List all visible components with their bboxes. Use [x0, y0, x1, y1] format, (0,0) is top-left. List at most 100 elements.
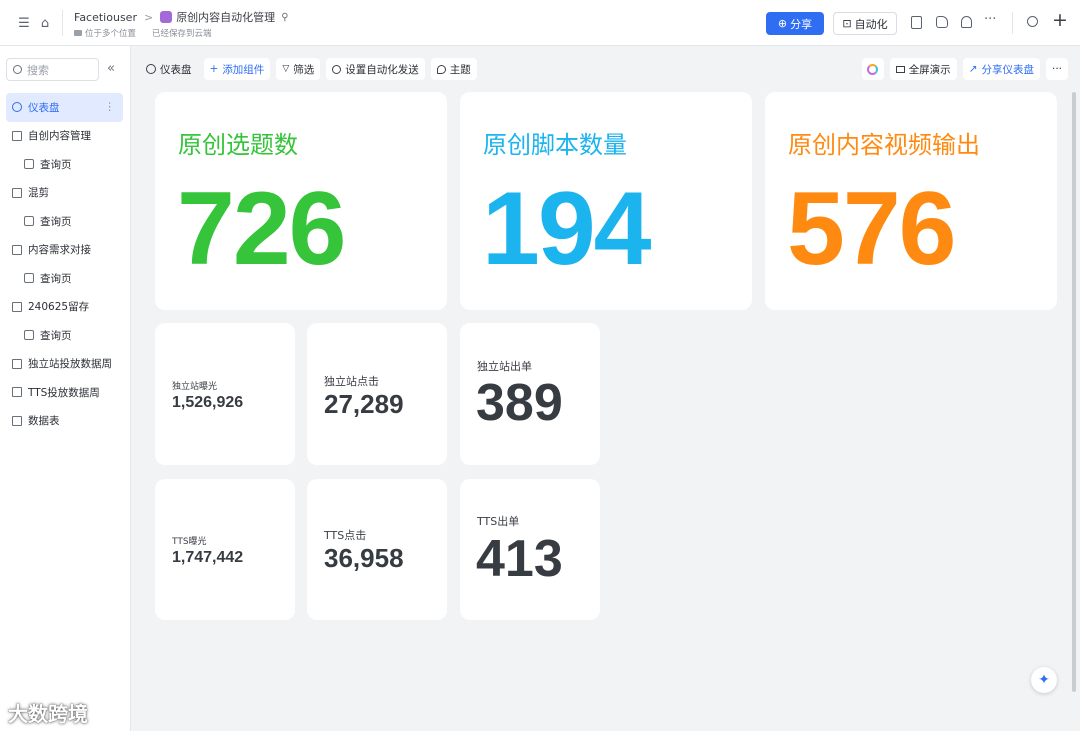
- fullscreen-button[interactable]: 全屏演示: [889, 58, 957, 80]
- more-icon[interactable]: ···: [1046, 58, 1068, 80]
- sidebar-item-data-table[interactable]: 数据表: [0, 407, 131, 436]
- metric-title: TTS曝光: [172, 537, 207, 547]
- clock-icon: [332, 64, 342, 74]
- metric-title: 独立站出单: [477, 360, 532, 373]
- metric-card-scripts[interactable]: 原创脚本数量 194: [460, 92, 752, 310]
- sidebar-item-retention[interactable]: 240625留存: [0, 293, 131, 322]
- share-icon: ↗: [968, 63, 978, 75]
- add-widget-button[interactable]: + 添加组件: [203, 58, 271, 80]
- theme-button[interactable]: 主题: [430, 58, 477, 80]
- sidebar-item-label: 数据表: [28, 415, 60, 428]
- sidebar-item-label: 查询页: [40, 272, 72, 285]
- sidebar-item-label: 独立站投放数据周: [28, 358, 112, 371]
- metric-card-tts-orders[interactable]: TTS出单 413: [460, 479, 600, 620]
- sidebar-item-content-management[interactable]: 自创内容管理: [0, 122, 131, 151]
- divider: [1012, 12, 1013, 34]
- search-placeholder: 搜索: [27, 63, 49, 77]
- add-icon[interactable]: +: [1052, 9, 1068, 31]
- sidebar-item-label: 自创内容管理: [28, 130, 91, 143]
- table-icon: [12, 244, 22, 255]
- plus-icon: +: [209, 63, 219, 75]
- doc-title[interactable]: 原创内容自动化管理: [176, 9, 275, 25]
- globe-icon: ⊕: [777, 17, 788, 30]
- sidebar-search-input[interactable]: 搜索: [6, 58, 99, 81]
- metric-card-tts-impressions[interactable]: TTS曝光 1,747,442: [155, 479, 295, 620]
- table-icon: [12, 415, 22, 426]
- metric-title: 原创选题数: [178, 131, 298, 159]
- sidebar-item-query-page[interactable]: 查询页: [0, 264, 131, 293]
- ai-assistant-button[interactable]: ✦: [1031, 667, 1057, 693]
- saved-status: 已经保存到云端: [152, 29, 212, 39]
- pin-icon[interactable]: ⚲: [281, 12, 288, 23]
- search-icon[interactable]: [1027, 16, 1038, 27]
- sidebar-item-tts-ads-weekly[interactable]: TTS投放数据周: [0, 378, 131, 407]
- sidebar-item-query-page[interactable]: 查询页: [0, 207, 131, 236]
- collapse-sidebar-icon[interactable]: «: [107, 61, 115, 76]
- breadcrumb-root[interactable]: Facetiouser: [74, 11, 137, 24]
- metric-card-site-clicks[interactable]: 独立站点击 27,289: [307, 323, 447, 465]
- filter-label: 筛选: [293, 63, 315, 76]
- sidebar-toggle-icon[interactable]: ☰: [16, 15, 32, 31]
- sidebar-item-remix[interactable]: 混剪: [0, 179, 131, 208]
- more-icon[interactable]: ⋮: [105, 101, 116, 113]
- filter-button[interactable]: ▽ 筛选: [276, 58, 321, 80]
- table-icon: [12, 301, 22, 312]
- sidebar-item-site-ads-weekly[interactable]: 独立站投放数据周: [0, 350, 131, 379]
- form-icon: [24, 216, 34, 227]
- plugin-icon[interactable]: [936, 16, 948, 28]
- location-text[interactable]: 位于多个位置: [85, 27, 136, 39]
- dashboard-tab-label: 仪表盘: [160, 63, 192, 76]
- form-icon: [24, 159, 34, 170]
- metric-card-tts-clicks[interactable]: TTS点击 36,958: [307, 479, 447, 620]
- automation-button[interactable]: ⊡ 自动化: [833, 12, 897, 35]
- sidebar-item-query-page[interactable]: 查询页: [0, 321, 131, 350]
- sidebar-item-label: 查询页: [40, 158, 72, 171]
- table-icon: [12, 358, 22, 369]
- sparkle-icon: ✦: [1038, 672, 1050, 688]
- filter-icon: ▽: [282, 64, 290, 74]
- app-icon: [160, 11, 173, 23]
- ai-icon[interactable]: [861, 58, 884, 80]
- sidebar-item-query-page[interactable]: 查询页: [0, 150, 131, 179]
- share-dashboard-label: 分享仪表盘: [981, 63, 1035, 76]
- table-icon: [12, 387, 22, 398]
- form-icon: [24, 273, 34, 284]
- metric-value: 1,526,926: [172, 394, 244, 411]
- watermark: 大数跨境: [8, 702, 88, 726]
- metric-title: 独立站点击: [324, 375, 379, 388]
- metric-title: TTS出单: [477, 515, 520, 528]
- metric-card-site-orders[interactable]: 独立站出单 389: [460, 323, 600, 465]
- metric-card-site-impressions[interactable]: 独立站曝光 1,526,926: [155, 323, 295, 465]
- metric-value: 576: [787, 171, 957, 287]
- sidebar-item-label: 混剪: [28, 187, 49, 200]
- toolbar-right: 全屏演示 ↗ 分享仪表盘 ···: [861, 58, 1068, 80]
- home-icon[interactable]: ⌂: [37, 15, 53, 31]
- dashboard-icon: [146, 64, 156, 74]
- document-icon[interactable]: [911, 16, 922, 29]
- auto-send-button[interactable]: 设置自动化发送: [326, 58, 425, 80]
- auto-send-label: 设置自动化发送: [345, 63, 419, 76]
- table-icon: [12, 130, 22, 141]
- sidebar-item-label: 查询页: [40, 215, 72, 228]
- search-icon: [13, 65, 22, 74]
- breadcrumb-separator: >: [143, 10, 154, 24]
- breadcrumb: Facetiouser > 原创内容自动化管理 ⚲ 位于多个位置 已经保存到云端: [74, 9, 289, 39]
- dashboard-icon: [12, 102, 22, 113]
- share-button[interactable]: ⊕ 分享: [766, 12, 824, 35]
- presentation-icon: [895, 65, 905, 73]
- metric-card-topics[interactable]: 原创选题数 726: [155, 92, 447, 310]
- sidebar-item-content-requests[interactable]: 内容需求对接: [0, 236, 131, 265]
- sidebar-item-label: TTS投放数据周: [28, 386, 100, 399]
- metric-title: TTS点击: [324, 529, 367, 542]
- fullscreen-label: 全屏演示: [908, 63, 951, 76]
- scrollbar[interactable]: [1072, 92, 1076, 692]
- ai-ring-icon: [867, 63, 879, 75]
- metric-title: 独立站曝光: [172, 382, 218, 392]
- palette-icon: [436, 64, 446, 74]
- metric-card-videos[interactable]: 原创内容视频输出 576: [765, 92, 1057, 310]
- bell-icon[interactable]: [961, 16, 972, 28]
- dashboard-tab[interactable]: 仪表盘: [140, 58, 198, 80]
- sidebar-item-dashboard[interactable]: 仪表盘 ⋮: [6, 93, 123, 122]
- more-icon[interactable]: ···: [984, 12, 996, 27]
- share-dashboard-button[interactable]: ↗ 分享仪表盘: [962, 58, 1040, 80]
